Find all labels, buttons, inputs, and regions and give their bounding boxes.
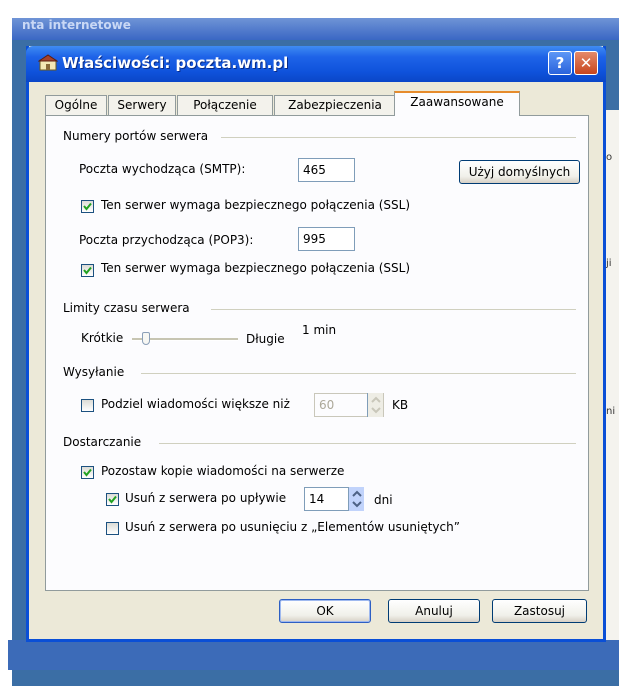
background-taskbar	[8, 640, 619, 670]
tab-security[interactable]: Zabezpieczenia	[274, 95, 396, 115]
timeout-slider[interactable]	[132, 330, 238, 348]
group-divider	[221, 137, 576, 138]
use-defaults-button[interactable]: Użyj domyślnych	[459, 160, 580, 184]
tab-general[interactable]: Ogólne	[45, 95, 107, 115]
tab-connection[interactable]: Połączenie	[177, 95, 273, 115]
split-messages-checkbox[interactable]	[81, 399, 94, 412]
smtp-port-input[interactable]: 465	[298, 158, 355, 182]
spinner-arrows-icon	[371, 396, 381, 414]
keep-copy-label: Pozostaw kopie wiadomości na serwerze	[101, 464, 345, 478]
background-window-title: nta internetowe	[8, 18, 619, 40]
timeout-short-label: Krótkie	[81, 331, 124, 345]
checkmark-icon	[83, 266, 92, 275]
timeout-value: 1 min	[302, 323, 337, 337]
tab-advanced[interactable]: Zaawansowane	[394, 91, 520, 116]
remove-after-checkbox[interactable]	[106, 493, 119, 506]
group-sending-label: Wysyłanie	[63, 365, 125, 379]
slider-thumb[interactable]	[142, 332, 150, 345]
background-text-fragment: ni	[606, 406, 616, 417]
ssl-pop3-checkbox[interactable]	[81, 264, 94, 277]
split-size-spinner[interactable]	[367, 393, 383, 417]
pop3-port-input[interactable]: 995	[298, 227, 355, 251]
group-timeouts-label: Limity czasu serwera	[63, 301, 190, 315]
ssl-smtp-label: Ten serwer wymaga bezpiecznego połączeni…	[101, 198, 411, 212]
apply-button[interactable]: Zastosuj	[492, 599, 587, 623]
keep-copy-checkbox[interactable]	[81, 466, 94, 479]
checkmark-icon	[108, 495, 117, 504]
group-divider	[211, 309, 576, 310]
page-margin	[0, 0, 12, 686]
background-text-fragment: o	[606, 152, 613, 163]
split-unit-label: KB	[392, 398, 409, 412]
mail-account-icon	[38, 54, 58, 71]
ssl-pop3-label: Ten serwer wymaga bezpiecznego połączeni…	[101, 261, 411, 275]
spinner-arrows-icon	[352, 490, 362, 508]
pop3-port-label: Poczta przychodząca (POP3):	[79, 233, 254, 247]
close-button[interactable]: ✕	[574, 51, 598, 75]
checkmark-icon	[83, 468, 92, 477]
checkmark-icon	[83, 202, 92, 211]
dialog-title: Właściwości: poczta.wm.pl	[62, 54, 289, 72]
advanced-tab-panel: Numery portów serwera Poczta wychodząca …	[45, 115, 589, 591]
split-messages-label: Podziel wiadomości większe niż	[101, 397, 290, 411]
remove-deleted-checkbox[interactable]	[106, 522, 119, 535]
background-text-fragment: ji	[606, 258, 612, 269]
group-delivery-label: Dostarczanie	[63, 435, 142, 449]
smtp-port-label: Poczta wychodząca (SMTP):	[79, 162, 246, 176]
remove-after-label: Usuń z serwera po upływie	[125, 491, 287, 505]
cancel-button[interactable]: Anuluj	[388, 599, 480, 623]
days-unit-label: dni	[374, 493, 393, 507]
tab-servers[interactable]: Serwery	[108, 95, 176, 115]
ok-button[interactable]: OK	[279, 599, 371, 623]
remove-deleted-label: Usuń z serwera po usunięciu z „Elementów…	[125, 520, 460, 534]
help-button[interactable]: ?	[548, 51, 572, 75]
dialog-titlebar[interactable]: Właściwości: poczta.wm.pl ? ✕	[26, 46, 606, 82]
timeout-long-label: Długie	[246, 332, 285, 346]
group-divider	[159, 443, 576, 444]
group-divider	[141, 373, 576, 374]
properties-dialog: Właściwości: poczta.wm.pl ? ✕ Ogólne Ser…	[26, 46, 606, 642]
group-ports-label: Numery portów serwera	[63, 129, 209, 143]
ssl-smtp-checkbox[interactable]	[81, 200, 94, 213]
remove-after-days-spinner[interactable]	[348, 487, 364, 511]
